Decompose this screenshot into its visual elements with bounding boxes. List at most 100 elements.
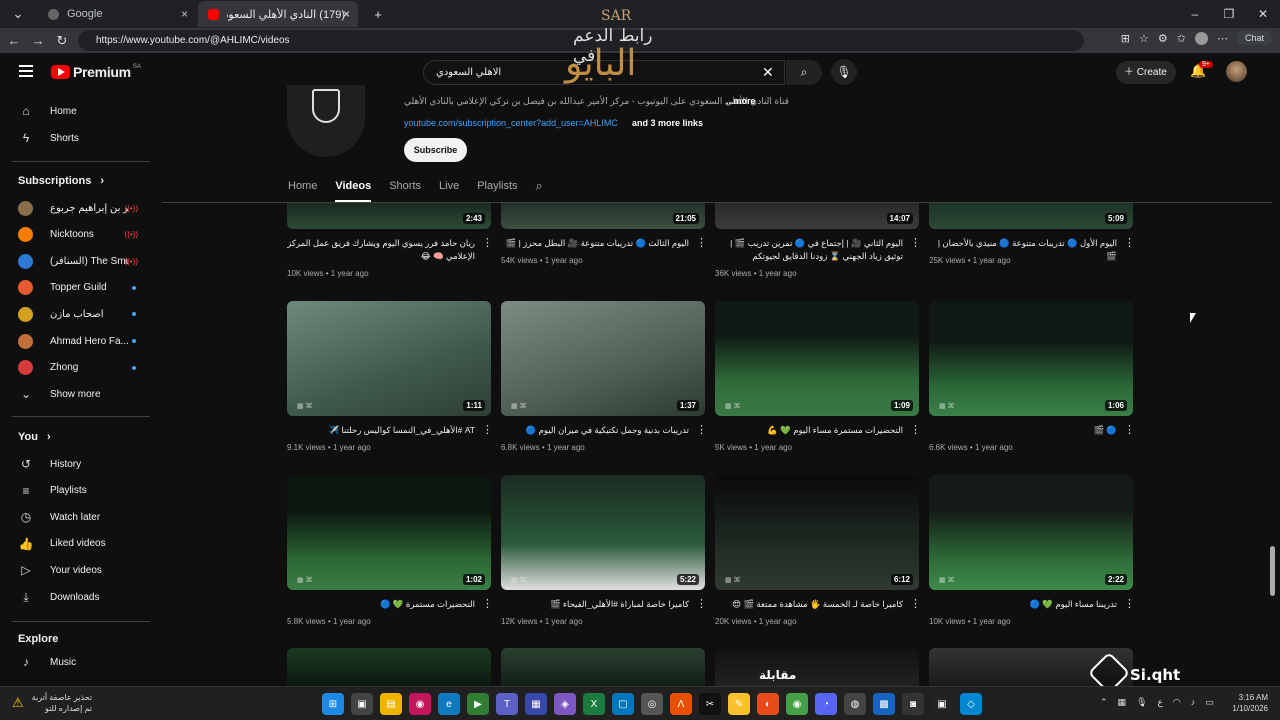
- profile-icon[interactable]: [1194, 31, 1208, 45]
- app-available-icon[interactable]: ⊞: [1121, 32, 1130, 45]
- clear-search-icon[interactable]: ✕: [762, 64, 774, 81]
- tab-youtube[interactable]: (179) النادي الأهلي السعودي - YouTube ×: [198, 1, 358, 27]
- video-menu-icon[interactable]: ⋮: [482, 597, 493, 610]
- app-icon[interactable]: ◉: [409, 693, 431, 715]
- video-title[interactable]: تدريبنا مساء اليوم 💚 🔵: [929, 598, 1117, 611]
- video-menu-icon[interactable]: ⋮: [482, 423, 493, 436]
- sidebar-item-playlists[interactable]: ≡ Playlists: [18, 478, 156, 504]
- close-window-icon[interactable]: ✕: [1246, 0, 1280, 28]
- video-menu-icon[interactable]: ⋮: [1124, 236, 1135, 249]
- url-field[interactable]: https://www.youtube.com/@AHLIMC/videos: [78, 30, 1084, 51]
- tab-videos[interactable]: Videos: [335, 172, 372, 202]
- video-menu-icon[interactable]: ⋮: [696, 423, 707, 436]
- video-thumbnail[interactable]: مقابلة: [715, 648, 919, 686]
- youtube-premium-logo[interactable]: Premium SA: [51, 64, 141, 80]
- favorite-star-icon[interactable]: ☆: [1139, 32, 1149, 45]
- video-thumbnail[interactable]: 2:43: [287, 203, 491, 229]
- store-icon[interactable]: ▢: [612, 693, 634, 715]
- video-thumbnail[interactable]: ▦ ⌘ 6:12: [715, 475, 919, 590]
- channel-link[interactable]: youtube.com/subscription_center?add_user…: [404, 118, 618, 128]
- video-thumbnail[interactable]: [501, 648, 705, 686]
- account-avatar[interactable]: [1226, 61, 1247, 82]
- video-title[interactable]: اليوم الثاني 🎥 | إجتماع في 🔵 تمرين تدريب…: [715, 237, 903, 263]
- sidebar-item-music[interactable]: ♪ Music: [18, 649, 156, 675]
- sidebar-subscription-item[interactable]: Nicktoons ((•)): [18, 222, 156, 248]
- video-title[interactable]: AT #الأهلي_في_النمسا كواليس رحلتنا ✈️: [287, 424, 475, 437]
- search-input[interactable]: الاهلي السعودي: [423, 60, 785, 85]
- video-title[interactable]: اليوم الثالث 🔵 تدريبات متنوعة 🎥 البطل مح…: [501, 237, 689, 250]
- video-thumbnail[interactable]: ▦ ⌘ 1:09: [715, 301, 919, 416]
- sidebar-subscription-item[interactable]: Zhong: [18, 355, 156, 381]
- sidebar-show-more[interactable]: ⌄ Show more: [18, 381, 156, 407]
- page-scrollbar-thumb[interactable]: [1270, 546, 1275, 596]
- start-menu-icon[interactable]: ⊞: [322, 693, 344, 715]
- play-store-icon[interactable]: ▶: [467, 693, 489, 715]
- video-title[interactable]: كاميرا خاصة لـ الخمسة 🖐 مشاهدة ممتعة 🎬 😍: [715, 598, 903, 611]
- forward-icon[interactable]: →: [26, 33, 50, 48]
- extensions-icon[interactable]: ⚙: [1158, 32, 1168, 45]
- sidebar-subscription-item[interactable]: Ahmad Hero Fa...: [18, 328, 156, 354]
- menu-dots-icon[interactable]: ⋯: [1217, 32, 1228, 45]
- close-tab-icon[interactable]: ×: [343, 7, 350, 21]
- firefox-icon[interactable]: ◐: [757, 693, 779, 715]
- app-icon[interactable]: ◇: [960, 693, 982, 715]
- video-thumbnail[interactable]: ▦ ⌘ 1:11: [287, 301, 491, 416]
- reload-icon[interactable]: ↻: [50, 33, 74, 49]
- weather-widget[interactable]: ⚠ تحذير عاصفة أتربة تم إصداره للتو: [12, 692, 92, 714]
- video-thumbnail[interactable]: 5:09: [929, 203, 1133, 229]
- video-menu-icon[interactable]: ⋮: [910, 423, 921, 436]
- sidebar-subscription-item[interactable]: (السنافر) The Smur...((•)): [18, 248, 156, 274]
- video-menu-icon[interactable]: ⋮: [696, 236, 707, 249]
- video-menu-icon[interactable]: ⋮: [910, 597, 921, 610]
- microphone-icon[interactable]: 🎙: [1136, 697, 1147, 708]
- video-menu-icon[interactable]: ⋮: [696, 597, 707, 610]
- video-title[interactable]: تدريبات بدنية وجمل تكتيكية في ميران اليو…: [501, 424, 689, 437]
- sidebar-subscription-item[interactable]: Topper Guild: [18, 275, 156, 301]
- sidebar-item-downloads[interactable]: ⤓ Downloads: [18, 584, 156, 610]
- sidebar-item-shorts[interactable]: ϟ Shorts: [18, 125, 156, 151]
- channel-description-more[interactable]: ...more: [726, 96, 756, 106]
- video-thumbnail[interactable]: ▦ ⌘ 1:02: [287, 475, 491, 590]
- chrome-icon[interactable]: ◉: [786, 693, 808, 715]
- copilot-icon[interactable]: ◈: [554, 693, 576, 715]
- sidebar-item-liked-videos[interactable]: 👍 Liked videos: [18, 531, 156, 557]
- sidebar-subscription-item[interactable]: أمير بن إبراهيم جربوع((•)): [18, 195, 156, 221]
- maximize-icon[interactable]: ❐: [1212, 0, 1246, 28]
- tab-shorts[interactable]: Shorts: [389, 172, 421, 202]
- subscribe-button[interactable]: Subscribe: [404, 138, 467, 162]
- tray-overflow-icon[interactable]: ⌃: [1100, 697, 1108, 708]
- video-title[interactable]: التحضيرات مستمرة 💚 🔵: [287, 598, 475, 611]
- tab-home[interactable]: Home: [288, 172, 317, 202]
- subscriptions-heading[interactable]: Subscriptions ›: [18, 175, 104, 187]
- tab-google[interactable]: Google ×: [38, 1, 196, 27]
- battery-icon[interactable]: ▭: [1205, 697, 1214, 708]
- video-menu-icon[interactable]: ⋮: [1124, 597, 1135, 610]
- sidebar-item-history[interactable]: ↺ History: [18, 451, 156, 477]
- video-thumbnail[interactable]: [287, 648, 491, 686]
- teams-icon[interactable]: T: [496, 693, 518, 715]
- tab-live[interactable]: Live: [439, 172, 459, 202]
- guide-menu-icon[interactable]: [19, 65, 33, 77]
- sidebar-subscription-item[interactable]: اصحاب مازن: [18, 301, 156, 327]
- minimize-icon[interactable]: –: [1178, 0, 1212, 28]
- video-menu-icon[interactable]: ⋮: [910, 236, 921, 249]
- tab-playlists[interactable]: Playlists: [477, 172, 517, 202]
- tray-app-icon[interactable]: ▦: [1118, 697, 1127, 708]
- wifi-icon[interactable]: ◠: [1173, 697, 1181, 708]
- voice-search-button[interactable]: 🎙: [831, 59, 857, 85]
- video-thumbnail[interactable]: ▦ ⌘ 1:37: [501, 301, 705, 416]
- chrome-icon[interactable]: ◎: [641, 693, 663, 715]
- video-thumbnail[interactable]: ▦ ⌘ 1:06: [929, 301, 1133, 416]
- create-button[interactable]: ＋ Create: [1116, 61, 1176, 84]
- close-tab-icon[interactable]: ×: [181, 7, 188, 21]
- discord-icon[interactable]: ◔: [815, 693, 837, 715]
- file-explorer-icon[interactable]: ▤: [380, 693, 402, 715]
- sidebar-item-home[interactable]: ⌂ Home: [18, 98, 156, 124]
- app-icon[interactable]: Λ: [670, 693, 692, 715]
- video-thumbnail[interactable]: ▦ ⌘ 2:22: [929, 475, 1133, 590]
- new-tab-icon[interactable]: +: [366, 7, 390, 22]
- taskbar-clock[interactable]: 3:16 AM 1/10/2026: [1232, 692, 1268, 714]
- channel-search-icon[interactable]: ⌕: [536, 172, 543, 202]
- favorites-icon[interactable]: ✩: [1177, 32, 1186, 45]
- video-thumbnail[interactable]: 14:07: [715, 203, 919, 229]
